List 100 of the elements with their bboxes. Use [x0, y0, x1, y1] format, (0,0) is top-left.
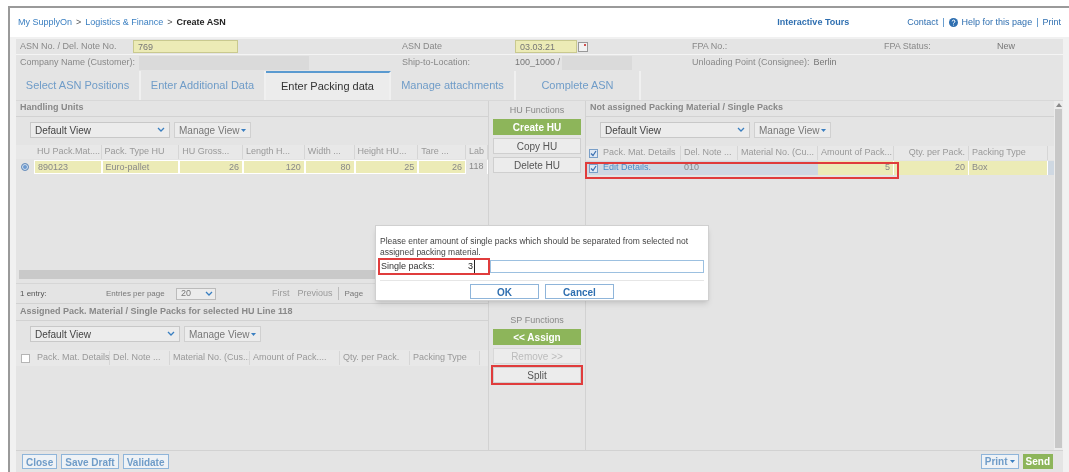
table-cell: 20	[894, 161, 969, 175]
tours-link[interactable]: Interactive Tours	[777, 15, 850, 30]
table-cell: Euro-pallet	[101, 160, 180, 174]
breadcrumb-link[interactable]: Logistics & Finance	[85, 15, 164, 30]
function-button[interactable]: Create HU	[493, 119, 581, 135]
field-label: ASN No. / Del. Note No.	[19, 39, 118, 53]
column-header[interactable]: Amount of Pack...	[818, 146, 894, 160]
table-cell: 890123	[33, 160, 102, 174]
field-label: Company Name (Customer):	[19, 56, 137, 70]
field-value: Berlin	[813, 56, 837, 70]
field-label: Unloading Point (Consignee):	[691, 56, 811, 70]
edit-details-link[interactable]: Edit Details.	[600, 161, 681, 175]
column-header[interactable]: Pack. Mat. Details	[34, 351, 110, 365]
column-header[interactable]: Qty. per Pack.	[894, 146, 969, 160]
date-field[interactable]: 03.03.21	[515, 40, 577, 53]
previous-page-link[interactable]: Previous	[297, 286, 339, 301]
table-cell: Box	[969, 161, 1048, 175]
footer-button[interactable]: Validate	[122, 454, 169, 469]
view-select[interactable]: Default View	[600, 122, 750, 138]
caret-icon	[821, 128, 827, 132]
scrollbar-thumb[interactable]	[1055, 109, 1062, 448]
section-title: SP Functions	[510, 314, 564, 326]
header-link[interactable]: Help for this page	[961, 15, 1033, 30]
column-header[interactable]: HU Gross...	[179, 145, 243, 159]
column-header[interactable]: Packing Type	[969, 146, 1048, 160]
table-cell: 25	[354, 160, 419, 174]
function-button[interactable]: Copy HU	[493, 138, 581, 154]
column-header[interactable]: Tare ...	[418, 145, 467, 159]
help-icon	[948, 18, 958, 27]
column-header[interactable]: Packing Type	[410, 351, 480, 365]
column-header[interactable]: Material No. (Cus...	[170, 351, 250, 365]
breadcrumb-link[interactable]: My SupplyOn	[18, 15, 73, 30]
table-row[interactable]: Edit Details. 010 5 20 Box	[586, 161, 1054, 175]
field-label: Ship-to-Location:	[401, 56, 472, 70]
column-header[interactable]: Qty. per Pack.	[340, 351, 410, 365]
page-label: Page	[344, 287, 364, 300]
first-page-link[interactable]: First	[272, 286, 290, 301]
column-header[interactable]: Amount of Pack....	[250, 351, 340, 365]
section-title: HU Functions	[509, 104, 565, 116]
manage-view-button[interactable]: Manage View	[174, 122, 252, 138]
chevron-down-icon	[167, 331, 175, 337]
column-header[interactable]: Height HU...	[354, 145, 419, 159]
chevron-down-icon	[157, 127, 165, 133]
entry-count: 1 entry:	[20, 287, 48, 300]
ok-button[interactable]: OK	[470, 284, 539, 299]
table-cell: 80	[304, 160, 355, 174]
column-header[interactable]: Material No. (Cu...	[738, 146, 818, 160]
field-value: New	[997, 39, 1015, 53]
chevron-down-icon	[737, 127, 745, 133]
per-page-select[interactable]: 20	[176, 287, 216, 300]
table-cell: 26	[418, 160, 467, 174]
column-header[interactable]: Del. Note ...	[110, 351, 170, 365]
header-link[interactable]: Print	[1042, 15, 1061, 30]
field-value: 100_1000 /	[515, 56, 561, 70]
field-label: ASN Date	[401, 39, 444, 53]
send-button[interactable]: Send	[1022, 454, 1053, 469]
manage-view-button[interactable]: Manage View	[184, 326, 262, 342]
field-label: FPA No.:	[691, 39, 729, 53]
scroll-up-icon	[1055, 103, 1062, 107]
link-separator: |	[942, 15, 945, 29]
print-button[interactable]: Print	[980, 454, 1019, 469]
column-header[interactable]: Del. Note ...	[681, 146, 738, 160]
footer-button[interactable]: Save Draft	[61, 454, 119, 469]
function-button[interactable]: << Assign	[493, 329, 581, 345]
table-cell: 118	[466, 160, 488, 174]
panel-title: Handling Units	[16, 101, 488, 117]
breadcrumb-current: Create ASN	[176, 15, 226, 29]
breadcrumb-separator: >	[76, 15, 82, 29]
header-link[interactable]: Contact	[907, 15, 939, 30]
checkbox[interactable]	[588, 148, 598, 158]
vertical-scrollbar[interactable]	[1054, 101, 1063, 450]
view-select[interactable]: Default View	[30, 326, 180, 342]
column-header[interactable]: Pack. Type HU	[101, 145, 180, 159]
cancel-button[interactable]: Cancel	[545, 284, 614, 299]
table-cell: 120	[243, 160, 305, 174]
text-field[interactable]: 769	[133, 40, 238, 53]
function-button[interactable]: Delete HU	[493, 157, 581, 173]
footer-button[interactable]: Close	[22, 454, 58, 469]
field-label: FPA Status:	[883, 39, 932, 53]
function-button[interactable]: Split	[493, 367, 581, 383]
view-select[interactable]: Default View	[30, 122, 170, 138]
column-header[interactable]: HU Pack.Mat....	[33, 145, 102, 159]
column-header[interactable]: Lab	[466, 145, 488, 159]
input-field[interactable]	[490, 260, 704, 273]
entries-per-page-label: Entries per page	[106, 287, 166, 300]
caret-icon	[251, 332, 257, 336]
manage-view-button[interactable]: Manage View	[754, 122, 832, 138]
dialog-message: Please enter amount of single packs which should be separated from selected not assigned packing material.	[380, 236, 690, 258]
column-header[interactable]: Pack. Mat. Details	[600, 146, 681, 160]
panel-title: Assigned Pack. Material / Single Packs for selected HU Line 118	[16, 303, 488, 321]
single-packs-field[interactable]: Single packs: 3	[380, 260, 488, 273]
caret-icon	[1009, 460, 1015, 463]
table-cell: 26	[179, 160, 243, 174]
panel-title: Not assigned Packing Material / Single Packs	[586, 101, 1054, 117]
checkbox[interactable]	[588, 163, 598, 173]
column-header[interactable]: Width ...	[304, 145, 355, 159]
tab[interactable]: Enter Packing data	[266, 71, 391, 100]
chevron-down-icon	[205, 290, 213, 297]
checkbox[interactable]	[20, 353, 30, 363]
column-header[interactable]: Length H...	[243, 145, 305, 159]
